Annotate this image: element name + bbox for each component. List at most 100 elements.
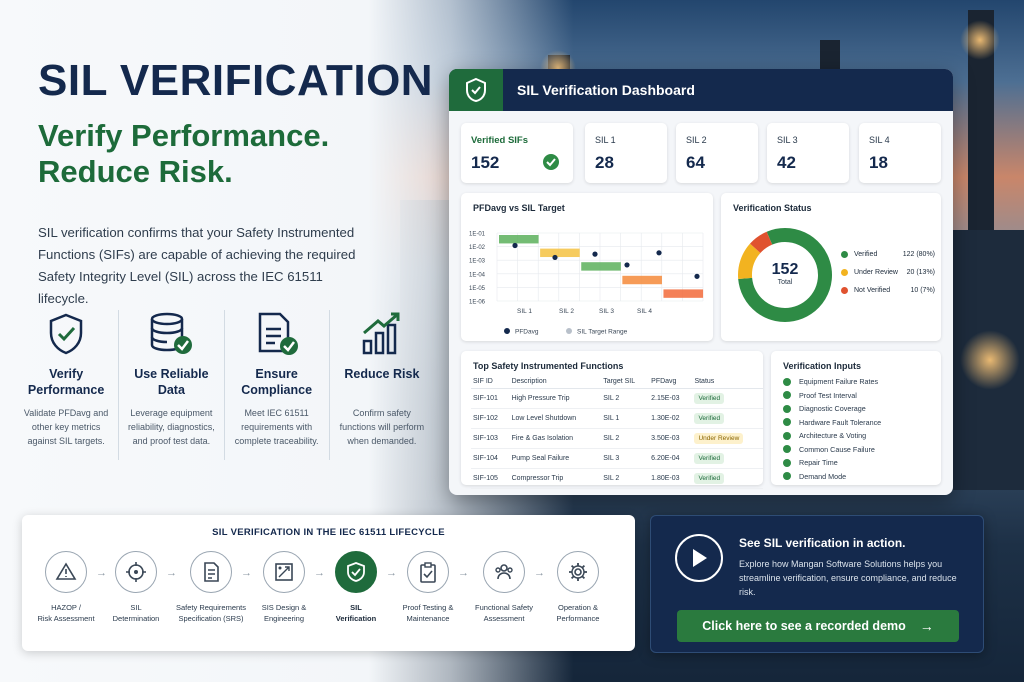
document-check-icon xyxy=(231,310,323,358)
input-item: Equipment Failure Rates xyxy=(783,375,881,389)
donut-total: 152 xyxy=(771,261,799,278)
y-tick-label: 1E-05 xyxy=(469,286,486,292)
x-tick-label: SIL 1 xyxy=(517,308,532,315)
lifecycle-step[interactable]: SIS Design & Engineering xyxy=(246,551,322,624)
column-header: PFDavg xyxy=(649,375,693,389)
shield-check-icon xyxy=(449,69,503,111)
step-label: Functional Safety Assessment xyxy=(466,602,542,624)
crosshair-icon xyxy=(115,551,157,593)
check-dot-icon xyxy=(783,472,791,481)
table-row[interactable]: SIF-105 Compressor Trip SIL 2 1.80E-03 Verif… xyxy=(471,468,763,489)
pfdavg-point xyxy=(512,242,518,249)
table-cell: SIL 2 xyxy=(601,468,650,489)
status-cell: Verified xyxy=(692,388,763,409)
input-item: Diagnostic Coverage xyxy=(783,402,881,416)
legend-dot xyxy=(841,286,848,294)
lifecycle-step[interactable]: Safety Requirements Specification (SRS) xyxy=(173,551,249,624)
x-tick-label: SIL 3 xyxy=(599,308,614,315)
stat-sil-2[interactable]: SIL 2 64 xyxy=(676,123,758,183)
play-icon[interactable] xyxy=(675,534,723,582)
table-row[interactable]: SIF-102 Low Level Shutdown SIL 1 1.30E-02 Ve… xyxy=(471,408,763,429)
stat-sil-3[interactable]: SIL 3 42 xyxy=(767,123,849,183)
x-tick-label: SIL 2 xyxy=(559,308,574,315)
step-label: Safety Requirements Specification (SRS) xyxy=(173,602,249,624)
database-check-icon xyxy=(125,310,217,358)
table-cell: High Pressure Trip xyxy=(509,388,602,409)
x-tick-label: SIL 4 xyxy=(637,308,652,315)
legend-dot xyxy=(841,268,848,276)
hero-description: SIL verification confirms that your Safe… xyxy=(38,225,356,306)
donut-center: 152 Total xyxy=(765,261,805,286)
legend-dot xyxy=(841,250,848,258)
donut-slice xyxy=(750,231,773,254)
step-label-line: Safety Requirements xyxy=(175,603,247,612)
status-badge: Verified xyxy=(694,473,725,484)
column-header: SIF ID xyxy=(471,375,510,389)
lifecycle-step[interactable]: SIL Determination xyxy=(98,551,174,624)
lifecycle-step[interactable]: SIL Verification xyxy=(318,551,394,624)
step-label: HAZOP / Risk Assessment xyxy=(28,602,104,624)
lifecycle-step[interactable]: Operation & Performance xyxy=(540,551,616,624)
status-badge: Verified xyxy=(694,453,725,464)
legend-value: 20 (13%) xyxy=(906,268,935,276)
input-label: Hardware Fault Tolerance xyxy=(799,417,882,427)
recorded-demo-button[interactable]: Click here to see a recorded demo → xyxy=(677,610,959,642)
pfd-chart: 1E-01 1E-02 1E-03 1E-04 1E-05 1E-06 SIL 1 SIL 2… xyxy=(469,232,704,336)
pillar-description: Meet IEC 61511 requirements with complet… xyxy=(234,408,319,446)
lifecycle-step[interactable]: Functional Safety Assessment xyxy=(466,551,542,624)
table-cell: SIF-105 xyxy=(471,468,510,489)
table-row[interactable]: SIF-103 Fire & Gas Isolation SIL 2 3.50E-03… xyxy=(471,428,763,449)
lifecycle-panel: SIL VERIFICATION IN THE IEC 61511 LIFECY… xyxy=(22,515,635,651)
stat-sil-4[interactable]: SIL 4 18 xyxy=(859,123,941,183)
table-header-row: SIF ID Description Target SIL PFDavg Sta… xyxy=(471,375,763,389)
step-label-line: Proof Testing & xyxy=(402,603,454,612)
lifecycle-step[interactable]: HAZOP / Risk Assessment xyxy=(28,551,104,624)
document-icon xyxy=(190,551,232,593)
lifecycle-step[interactable]: Proof Testing & Maintenance xyxy=(390,551,466,624)
pillar-verify-performance: Verify Performance Validate PFDavg and o… xyxy=(14,310,120,460)
status-badge: Verified xyxy=(694,413,725,424)
input-label: Common Cause Failure xyxy=(799,444,875,454)
table-cell: Low Level Shutdown xyxy=(509,408,602,429)
step-label-line: HAZOP / xyxy=(51,603,81,612)
table-cell: SIL 1 xyxy=(601,408,650,429)
y-tick-label: 1E-03 xyxy=(469,259,486,265)
table-cell: SIF-103 xyxy=(471,428,510,449)
shield-check-icon xyxy=(335,551,377,593)
stat-value: 152 xyxy=(471,153,500,172)
stat-value: 18 xyxy=(869,153,888,172)
step-label: SIL Determination xyxy=(98,602,174,624)
input-label: Repair Time xyxy=(799,458,838,468)
step-label-line: Determination xyxy=(112,614,160,623)
table-row[interactable]: SIF-101 High Pressure Trip SIL 2 2.15E-03 Ve… xyxy=(471,388,763,409)
stat-verified-sifs[interactable]: Verified SIFs 152 xyxy=(461,123,573,183)
gear-icon xyxy=(557,551,599,593)
pfdavg-point xyxy=(592,251,598,257)
table-row[interactable]: SIF-104 Pump Seal Failure SIL 3 6.20E-04 Ver… xyxy=(471,448,763,469)
step-label-line: Assessment xyxy=(483,614,525,623)
legend-verified: Verified 122 (80%) xyxy=(841,245,935,263)
sil-target-band xyxy=(663,289,704,298)
input-item: Common Cause Failure xyxy=(783,443,881,457)
sif-table: SIF ID Description Target SIL PFDavg Sta… xyxy=(471,375,763,489)
pillar-title: Use Reliable Data xyxy=(134,367,209,397)
table-cell: SIF-101 xyxy=(471,388,510,409)
table-cell: 1.80E-03 xyxy=(649,468,693,489)
check-dot-icon xyxy=(783,445,791,454)
input-label: Proof Test Interval xyxy=(799,390,857,400)
status-badge: Under Review xyxy=(694,433,744,444)
legend-marker-pfdavg xyxy=(504,328,510,334)
step-label-line: SIS Design & xyxy=(261,603,307,612)
input-label: Architecture & Voting xyxy=(799,431,867,441)
table-cell: SIL 2 xyxy=(601,428,650,449)
sif-table-card: Top Safety Instrumented Functions SIF ID… xyxy=(461,351,763,489)
legend-label-pfdavg: PFDavg xyxy=(515,329,539,336)
subtitle-line: Reduce Risk. xyxy=(38,154,233,189)
legend-label: Under Review xyxy=(854,268,898,276)
table-cell: SIF-104 xyxy=(471,448,510,469)
legend-not-verified: Not Verified 10 (7%) xyxy=(841,281,935,299)
step-label-line: Performance xyxy=(556,614,600,623)
stat-label: SIL 2 xyxy=(686,135,707,145)
bar-chart-rising-icon xyxy=(336,310,428,358)
stat-sil-1[interactable]: SIL 1 28 xyxy=(585,123,667,183)
